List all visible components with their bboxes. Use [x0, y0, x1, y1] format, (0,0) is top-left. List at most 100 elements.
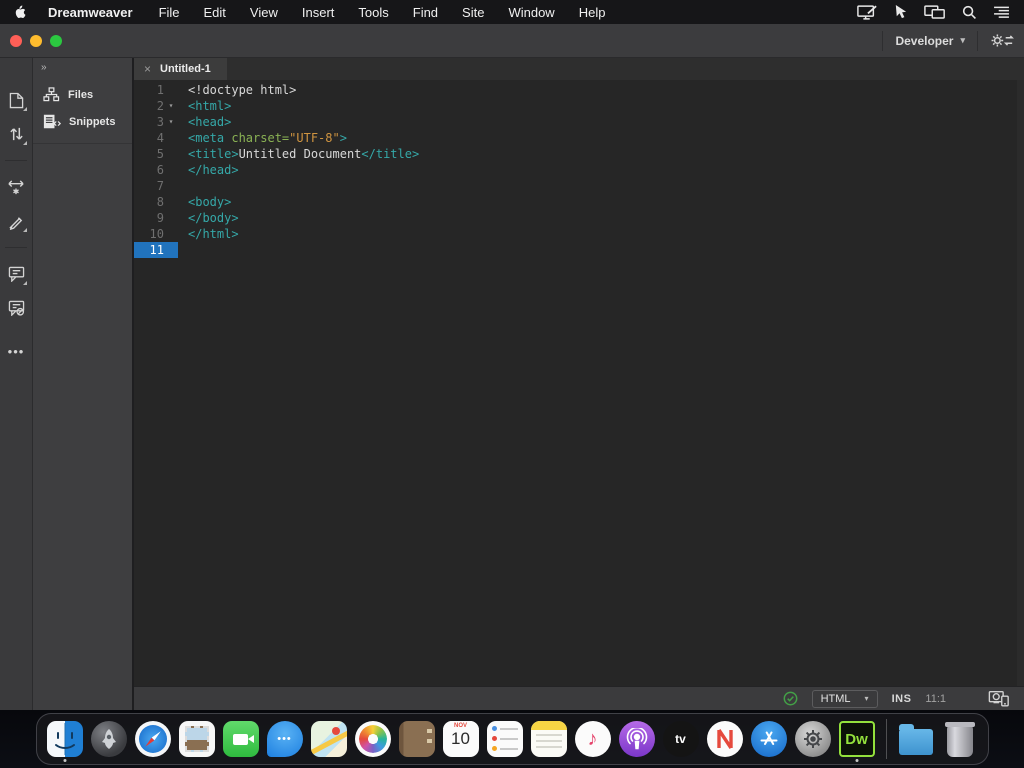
line-gutter[interactable]: 8	[134, 194, 178, 210]
menu-find[interactable]: Find	[413, 5, 438, 20]
code-fold-spacer	[164, 178, 178, 194]
code-fold-icon[interactable]: ▾	[164, 98, 178, 114]
dock-item-downloads[interactable]	[897, 719, 935, 759]
code-fold-icon[interactable]: ▾	[164, 114, 178, 130]
line-gutter[interactable]: 9	[134, 210, 178, 226]
code-line[interactable]: 11	[134, 242, 1024, 258]
workspace-switcher[interactable]: Developer ▾	[895, 34, 965, 48]
line-gutter[interactable]: 7	[134, 178, 178, 194]
dock-item-safari[interactable]	[134, 719, 172, 759]
collapse-panel-chevron[interactable]: »	[33, 58, 132, 75]
window-titlebar[interactable]: Developer ▾	[0, 24, 1024, 58]
tab-untitled-1[interactable]: × Untitled-1	[134, 58, 227, 80]
close-window-button[interactable]	[10, 35, 22, 47]
code-line[interactable]: 5<title>Untitled Document</title>	[134, 146, 1024, 162]
editor-scrollbar[interactable]	[1017, 80, 1024, 686]
dock-item-music[interactable]: ♪	[574, 719, 612, 759]
dock-item-mail[interactable]	[178, 719, 216, 759]
dock-item-dreamweaver[interactable]: Dw	[838, 719, 876, 759]
dock-item-reminders[interactable]	[486, 719, 524, 759]
code-fold-spacer	[164, 194, 178, 210]
mirror-displays-icon[interactable]	[924, 5, 946, 20]
code-line[interactable]: 7	[134, 178, 1024, 194]
code-line-content: </head>	[178, 162, 239, 178]
open-documents-button[interactable]	[4, 88, 28, 112]
code-fold-spacer	[164, 130, 178, 146]
chevron-down-icon: ▾	[865, 694, 869, 703]
flyout-indicator	[23, 141, 27, 145]
dock-divider	[886, 719, 887, 759]
code-line[interactable]: 6</head>	[134, 162, 1024, 178]
macos-menubar: Dreamweaver File Edit View Insert Tools …	[0, 0, 1024, 24]
code-view[interactable]: 1<!doctype html>2▾<html>3▾<head>4<meta c…	[134, 80, 1024, 686]
apply-comment-button[interactable]	[4, 262, 28, 286]
notification-center-icon[interactable]	[993, 6, 1010, 19]
dock-item-contacts[interactable]	[398, 719, 436, 759]
realtime-preview-button[interactable]	[988, 690, 1010, 707]
spotlight-search-icon[interactable]	[962, 5, 977, 20]
apple-menu-icon[interactable]	[14, 4, 30, 20]
code-line-content: <head>	[178, 114, 231, 130]
dock-item-system-preferences[interactable]	[794, 719, 832, 759]
minimize-window-button[interactable]	[30, 35, 42, 47]
code-line[interactable]: 9</body>	[134, 210, 1024, 226]
menu-insert[interactable]: Insert	[302, 5, 335, 20]
line-gutter[interactable]: 6	[134, 162, 178, 178]
dock-item-trash[interactable]	[941, 719, 979, 759]
menu-view[interactable]: View	[250, 5, 278, 20]
live-view-options-button[interactable]	[4, 175, 28, 199]
dock-item-news[interactable]	[706, 719, 744, 759]
cursor-icon[interactable]	[893, 4, 908, 20]
more-options-button[interactable]: •••	[8, 344, 25, 359]
menu-window[interactable]: Window	[508, 5, 554, 20]
downloads-folder-icon	[899, 729, 933, 755]
zoom-window-button[interactable]	[50, 35, 62, 47]
dock-item-tv[interactable]: tv	[662, 719, 700, 759]
side-panel: » Files Snippets	[33, 58, 134, 710]
code-line[interactable]: 2▾<html>	[134, 98, 1024, 114]
language-mode-select[interactable]: HTML ▾	[812, 690, 878, 708]
code-line[interactable]: 4<meta charset="UTF-8">	[134, 130, 1024, 146]
menu-file[interactable]: File	[159, 5, 180, 20]
linting-ok-icon[interactable]	[783, 691, 798, 706]
menubar-app-name[interactable]: Dreamweaver	[48, 5, 133, 20]
remove-comment-button[interactable]	[4, 296, 28, 320]
line-gutter[interactable]: 10	[134, 226, 178, 242]
file-management-button[interactable]	[4, 122, 28, 146]
calendar-month: NOV	[443, 721, 479, 729]
dock-item-calendar[interactable]: NOV 10	[442, 719, 480, 759]
dock-item-podcasts[interactable]	[618, 719, 656, 759]
dock-item-maps[interactable]	[310, 719, 348, 759]
active-line-gutter[interactable]: 11	[134, 242, 178, 258]
dock-item-notes[interactable]	[530, 719, 568, 759]
line-gutter[interactable]: 1	[134, 82, 178, 98]
dock-item-messages[interactable]: •••	[266, 719, 304, 759]
menu-help[interactable]: Help	[579, 5, 606, 20]
sync-settings-button[interactable]	[990, 32, 1014, 49]
code-line[interactable]: 10</html>	[134, 226, 1024, 242]
menu-tools[interactable]: Tools	[358, 5, 388, 20]
code-line[interactable]: 1<!doctype html>	[134, 82, 1024, 98]
editor-statusbar: HTML ▾ INS 11:1	[134, 686, 1024, 710]
code-line[interactable]: 8<body>	[134, 194, 1024, 210]
inspect-mode-button[interactable]	[4, 209, 28, 233]
code-line[interactable]: 3▾<head>	[134, 114, 1024, 130]
close-tab-icon[interactable]: ×	[144, 62, 151, 76]
dock-item-facetime[interactable]	[222, 719, 260, 759]
dock-item-app-store[interactable]	[750, 719, 788, 759]
desktop-bottom-strip: ••• NOV 10	[0, 710, 1024, 768]
dock-item-launchpad[interactable]	[90, 719, 128, 759]
display-icon[interactable]	[857, 5, 877, 20]
sidebar-item-snippets[interactable]: Snippets	[33, 108, 132, 135]
line-gutter[interactable]: 3▾	[134, 114, 178, 130]
line-gutter[interactable]: 5	[134, 146, 178, 162]
menu-edit[interactable]: Edit	[204, 5, 226, 20]
menu-site[interactable]: Site	[462, 5, 484, 20]
dock-item-photos[interactable]	[354, 719, 392, 759]
mail-icon	[179, 721, 215, 757]
line-gutter[interactable]: 4	[134, 130, 178, 146]
line-gutter[interactable]: 2▾	[134, 98, 178, 114]
sidebar-item-files[interactable]: Files	[33, 81, 132, 108]
maps-icon	[311, 721, 347, 757]
dock-item-finder[interactable]	[46, 719, 84, 759]
